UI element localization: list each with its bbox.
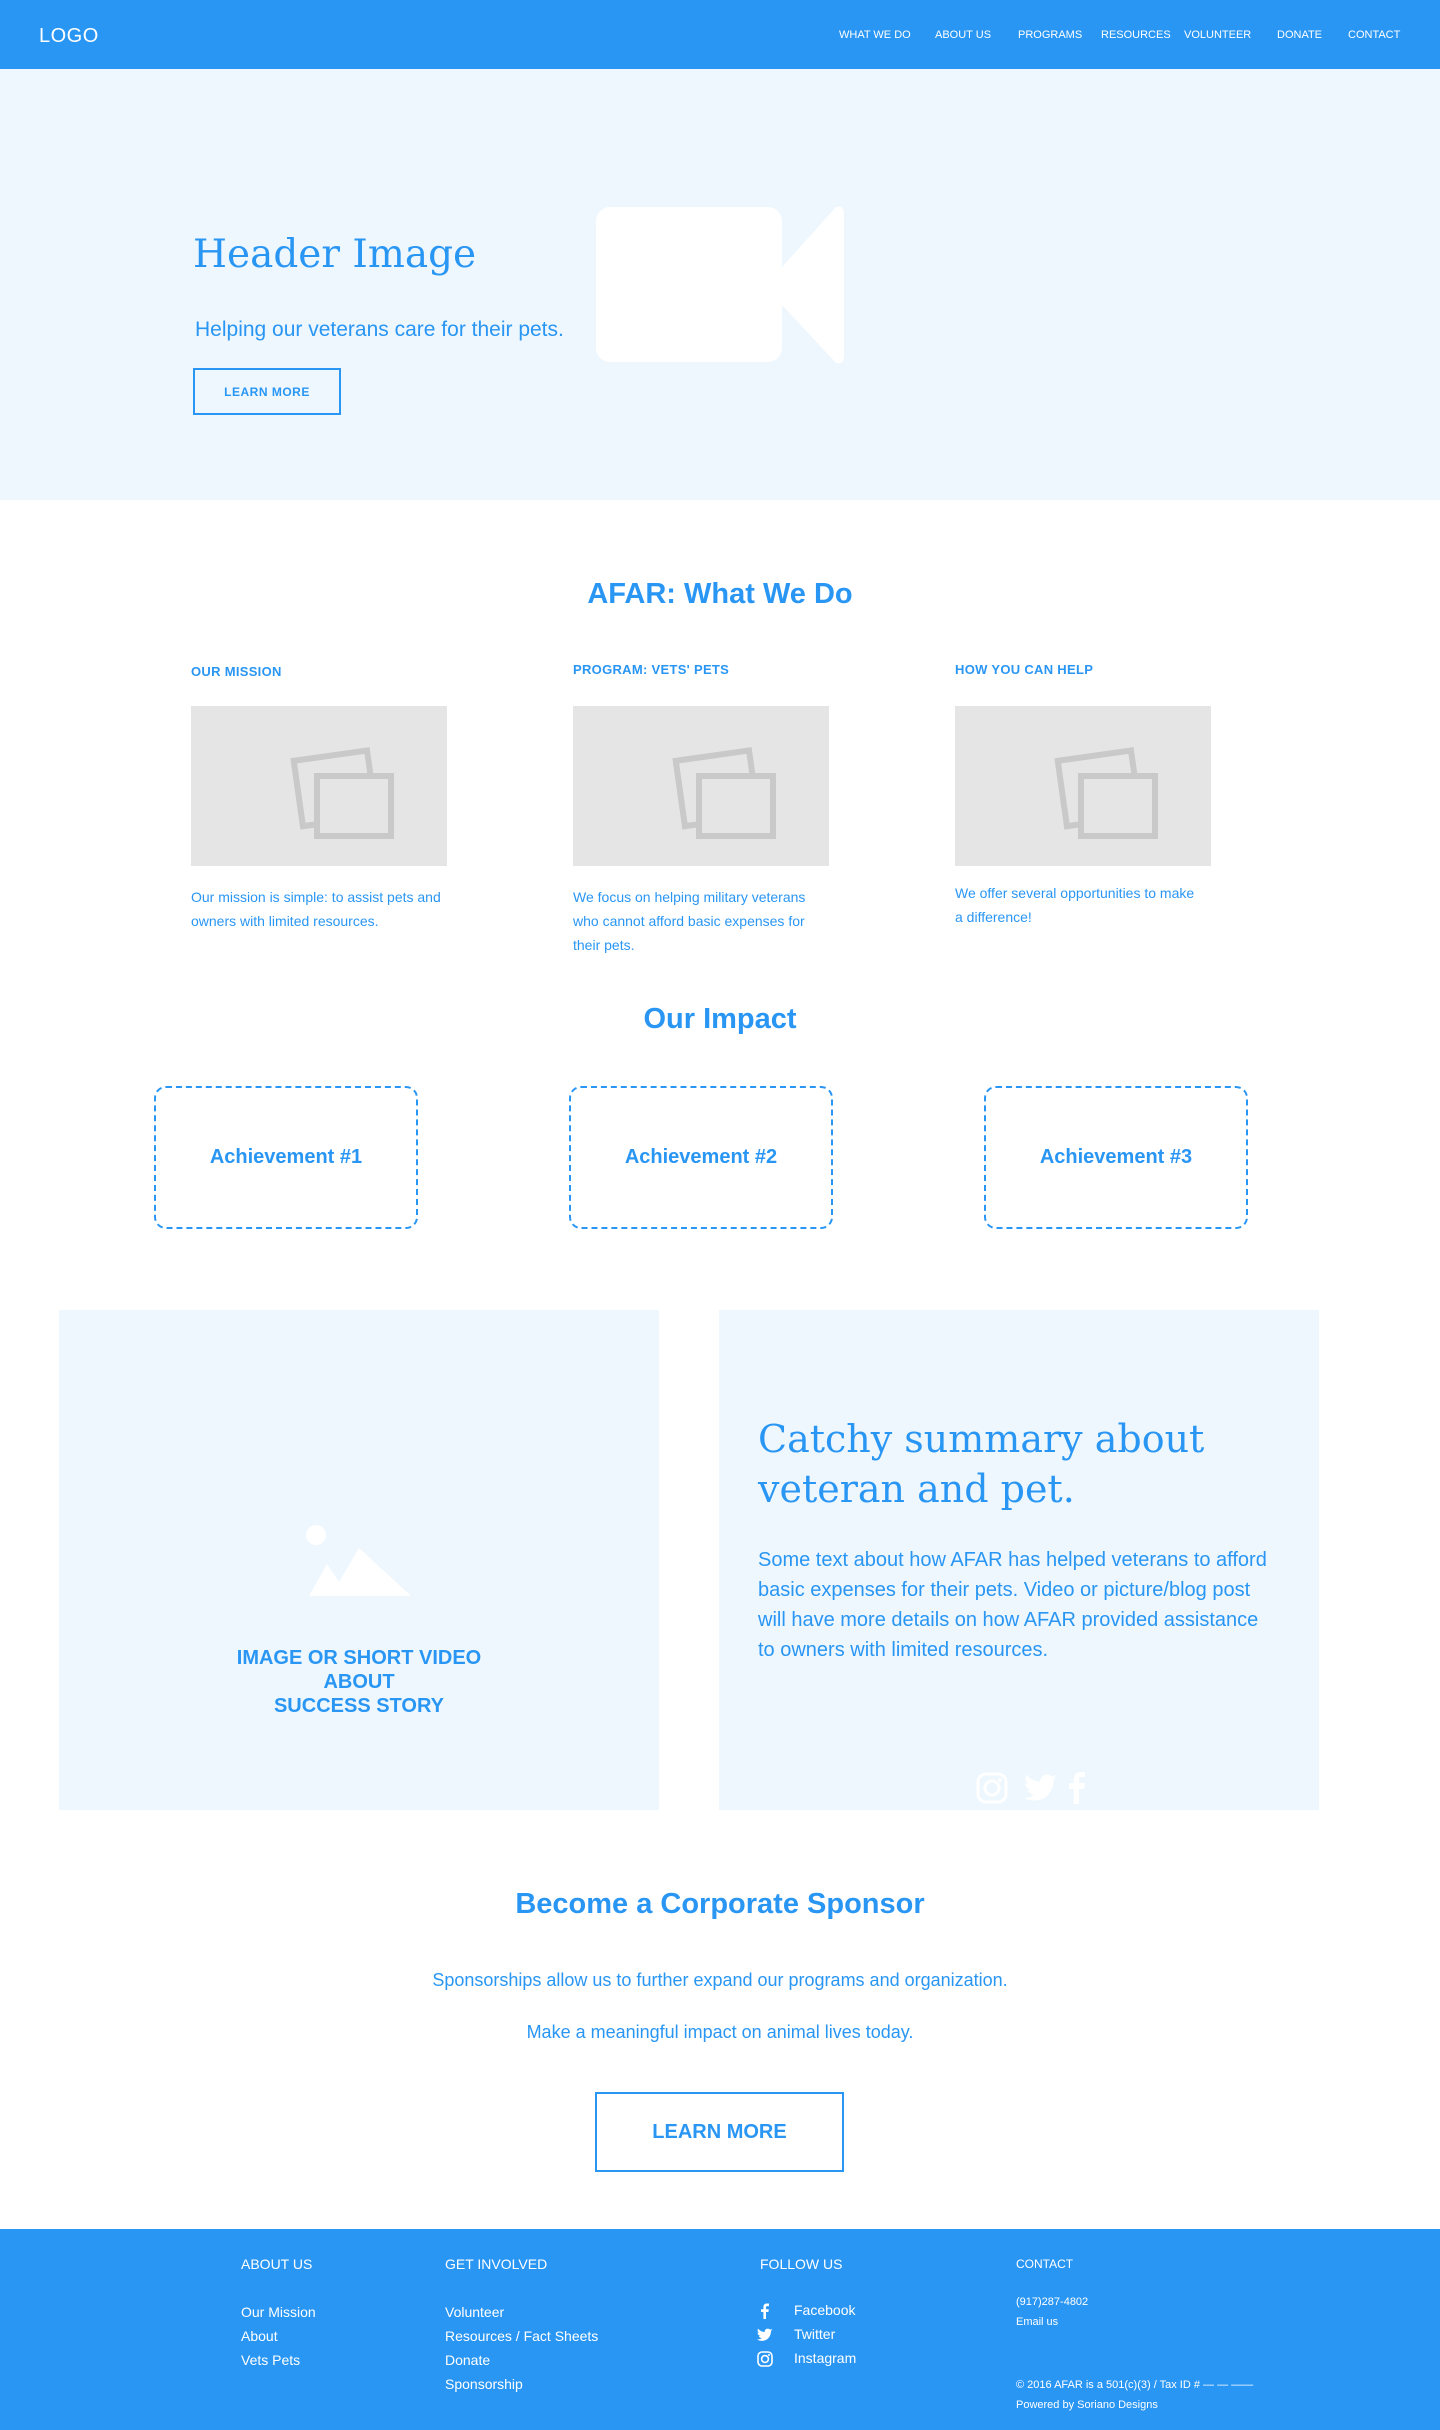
nav-item-resources[interactable]: RESOURCES	[1101, 29, 1171, 41]
program-image-placeholder	[573, 706, 829, 866]
facebook-icon[interactable]	[1069, 1772, 1085, 1804]
footer-link-donate[interactable]: Donate	[445, 2352, 490, 2368]
story-headline: Catchy summary about veteran and pet.	[758, 1417, 1205, 1511]
footer-link-about[interactable]: About	[241, 2328, 278, 2344]
logo[interactable]: LOGO	[39, 25, 99, 48]
help-text: We offer several opportunities to make a…	[955, 885, 1195, 925]
twitter-icon[interactable]	[1024, 1774, 1058, 1802]
video-camera-icon	[596, 206, 844, 364]
column-heading-program: PROGRAM: VETS' PETS	[573, 662, 730, 677]
image-placeholder-icon	[290, 747, 394, 839]
hero-subtitle: Helping our veterans care for their pets…	[195, 318, 564, 341]
top-nav: LOGO WHAT WE DO ABOUT US PROGRAMS RESOUR…	[0, 0, 1440, 69]
story-caption-line-2: ABOUT	[323, 1671, 395, 1693]
footer-about-heading: ABOUT US	[241, 2256, 313, 2272]
footer-link-facebook[interactable]: Facebook	[794, 2302, 855, 2318]
facebook-icon[interactable]	[757, 2303, 773, 2319]
impact-title: Our Impact	[643, 1003, 797, 1035]
achievement-card-2: Achievement #2	[569, 1086, 833, 1229]
footer-follow-heading: FOLLOW US	[760, 2256, 843, 2272]
twitter-icon[interactable]	[757, 2327, 773, 2343]
instagram-icon[interactable]	[976, 1772, 1008, 1804]
nav-item-contact[interactable]: CONTACT	[1348, 29, 1400, 41]
footer-link-our-mission[interactable]: Our Mission	[241, 2304, 316, 2320]
footer-link-instagram[interactable]: Instagram	[794, 2350, 856, 2366]
sponsor-line-1: Sponsorships allow us to further expand …	[432, 1970, 1008, 1990]
story-caption-line-1: IMAGE OR SHORT VIDEO	[236, 1647, 482, 1669]
image-placeholder-icon	[672, 747, 776, 839]
achievement-card-3: Achievement #3	[984, 1086, 1248, 1229]
footer-link-resources[interactable]: Resources / Fact Sheets	[445, 2328, 598, 2344]
footer-contact-heading: CONTACT	[1016, 2257, 1074, 2271]
footer-legal: © 2016 AFAR is a 501(c)(3) / Tax ID # — …	[1016, 2379, 1254, 2391]
sponsor-title: Become a Corporate Sponsor	[515, 1888, 925, 1920]
instagram-icon[interactable]	[757, 2351, 773, 2367]
nav-item-donate[interactable]: DONATE	[1277, 29, 1322, 41]
sponsor-line-2: Make a meaningful impact on animal lives…	[526, 2022, 914, 2042]
nav-item-programs[interactable]: PROGRAMS	[1018, 29, 1082, 41]
image-placeholder-icon	[1054, 747, 1158, 839]
footer-powered-by[interactable]: Powered by Soriano Designs	[1016, 2399, 1158, 2411]
footer	[0, 2229, 1440, 2430]
footer-link-vets-pets[interactable]: Vets Pets	[241, 2352, 300, 2368]
mission-image-placeholder	[191, 706, 447, 866]
nav-item-what-we-do[interactable]: WHAT WE DO	[839, 29, 911, 41]
column-heading-help: HOW YOU CAN HELP	[955, 662, 1094, 677]
sponsor-learn-more-button[interactable]: LEARN MORE	[595, 2092, 844, 2172]
nav-item-volunteer[interactable]: VOLUNTEER	[1184, 29, 1251, 41]
footer-link-twitter[interactable]: Twitter	[794, 2326, 835, 2342]
story-body: Some text about how AFAR has helped vete…	[758, 1549, 1267, 1661]
achievement-card-1: Achievement #1	[154, 1086, 418, 1229]
what-we-do-title: AFAR: What We Do	[587, 578, 853, 610]
footer-phone[interactable]: (917)287-4802	[1016, 2296, 1088, 2308]
landscape-image-icon	[306, 1525, 411, 1596]
mission-text: Our mission is simple: to assist pets an…	[191, 889, 441, 929]
program-text: We focus on helping military veterans wh…	[573, 889, 806, 953]
footer-link-sponsorship[interactable]: Sponsorship	[445, 2376, 523, 2392]
hero-learn-more-button[interactable]: LEARN MORE	[193, 368, 341, 415]
help-image-placeholder	[955, 706, 1211, 866]
footer-link-volunteer[interactable]: Volunteer	[445, 2304, 504, 2320]
hero-title: Header Image	[193, 232, 477, 277]
story-media-caption: IMAGE OR SHORT VIDEO ABOUT SUCCESS STORY	[59, 1646, 659, 1718]
story-caption-line-3: SUCCESS STORY	[273, 1695, 445, 1717]
footer-email-link[interactable]: Email us	[1016, 2316, 1058, 2328]
footer-involved-heading: GET INVOLVED	[445, 2256, 548, 2272]
nav-item-about-us[interactable]: ABOUT US	[935, 29, 991, 41]
column-heading-mission: OUR MISSION	[191, 664, 282, 679]
